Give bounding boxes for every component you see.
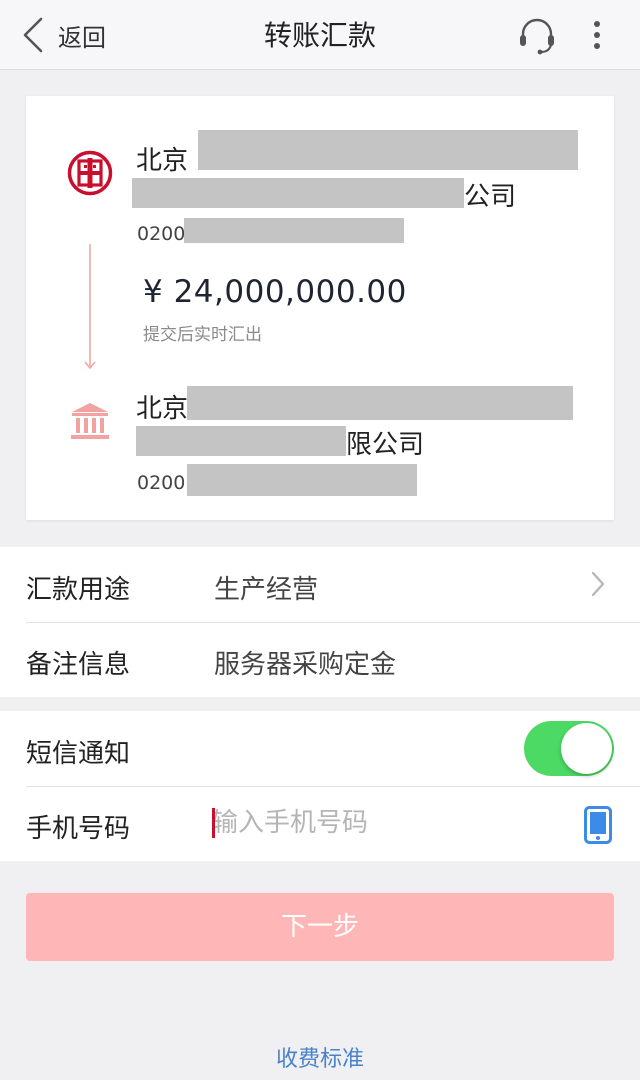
phone-row: 手机号码: [0, 786, 640, 861]
phone-input[interactable]: [212, 802, 552, 844]
remark-label: 备注信息: [26, 650, 131, 680]
payer-name-line2: 公司: [464, 182, 517, 212]
transfer-card: 北京 公司 0200 ¥ 24,000,000.00 提交后实时汇出 北京 限公…: [26, 96, 614, 520]
payee-account-redacted: [187, 464, 417, 496]
more-vertical-icon[interactable]: [586, 16, 608, 54]
amount-note: 提交后实时汇出: [143, 325, 262, 345]
purpose-row[interactable]: 汇款用途 生产经营: [0, 547, 640, 622]
bank-building-icon: [71, 403, 109, 439]
transfer-details-group: 汇款用途 生产经营 备注信息 服务器采购定金: [0, 547, 640, 697]
sms-group: 短信通知 手机号码: [0, 711, 640, 861]
payer-name-redacted-2: [132, 178, 464, 208]
text-caret: [212, 808, 215, 838]
purpose-value: 生产经营: [214, 575, 319, 605]
chevron-right-icon: [591, 571, 605, 597]
payer-account-redacted: [184, 218, 404, 243]
payer-name-line1: 北京: [136, 146, 189, 176]
remark-row[interactable]: 备注信息 服务器采购定金: [0, 622, 640, 697]
sms-label: 短信通知: [26, 739, 131, 769]
payer-name-redacted: [198, 130, 578, 170]
sms-row: 短信通知: [0, 711, 640, 786]
icbc-logo-icon: [67, 150, 113, 196]
payee-name-line2: 限公司: [346, 430, 425, 460]
payee-name-redacted-2: [136, 426, 346, 456]
phone-label: 手机号码: [26, 814, 131, 844]
payee-name-line1: 北京: [136, 394, 189, 424]
payee-account-number: 0200: [137, 472, 186, 494]
next-step-button[interactable]: 下一步: [26, 893, 614, 961]
purpose-label: 汇款用途: [26, 575, 131, 605]
fee-standard-link[interactable]: 收费标准: [0, 1041, 640, 1073]
payer-account-number: 0200: [137, 223, 186, 245]
remark-value[interactable]: 服务器采购定金: [214, 644, 396, 681]
mobile-phone-icon[interactable]: [584, 806, 612, 844]
nav-bar: 返回 转账汇款: [0, 0, 640, 70]
sms-toggle-knob: [561, 723, 612, 774]
transfer-amount: ¥ 24,000,000.00: [143, 274, 407, 310]
headset-icon[interactable]: [516, 14, 558, 56]
payee-name-redacted: [187, 386, 573, 420]
sms-toggle[interactable]: [524, 721, 614, 776]
arrow-down-icon: [84, 244, 96, 370]
